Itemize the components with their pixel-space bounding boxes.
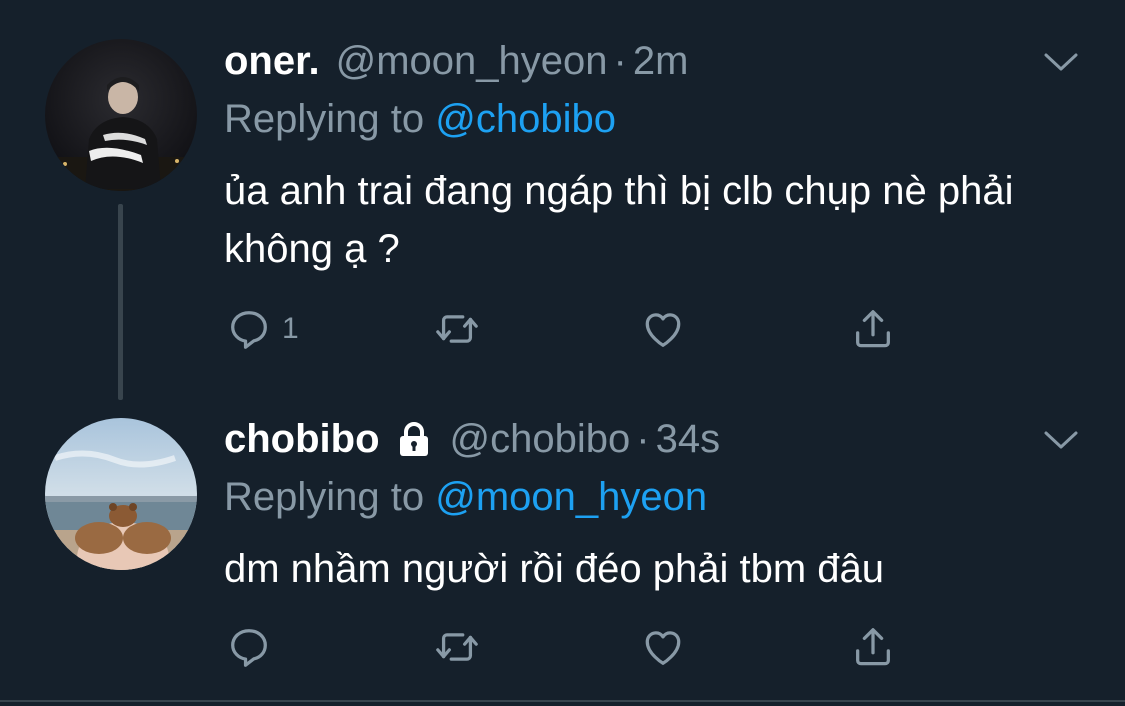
chevron-down-icon[interactable] bbox=[1043, 50, 1079, 74]
tweet-1[interactable]: oner. @moon_hyeon · 2m Replying to @chob… bbox=[0, 0, 1125, 400]
replying-to-line: Replying to @chobibo bbox=[224, 94, 616, 144]
retweet-button[interactable] bbox=[434, 304, 480, 354]
like-button[interactable] bbox=[640, 622, 686, 672]
avatar-image bbox=[45, 39, 197, 191]
share-icon bbox=[856, 628, 890, 666]
retweet-icon bbox=[436, 315, 478, 343]
avatar-chobibo[interactable] bbox=[45, 418, 197, 570]
display-name[interactable]: chobibo bbox=[224, 414, 380, 464]
tweet-header: oner. @moon_hyeon · 2m bbox=[224, 36, 688, 86]
replying-to-mention[interactable]: @chobibo bbox=[435, 97, 616, 141]
tweet-thread-screen: oner. @moon_hyeon · 2m Replying to @chob… bbox=[0, 0, 1125, 706]
reply-icon bbox=[231, 311, 267, 349]
like-button[interactable] bbox=[640, 304, 686, 354]
separator-dot: · bbox=[613, 39, 627, 83]
tweet-header: chobibo @chobibo · 34s bbox=[224, 414, 720, 464]
user-handle[interactable]: @chobibo bbox=[450, 414, 631, 464]
tweet-divider bbox=[0, 700, 1125, 702]
user-handle[interactable]: @moon_hyeon bbox=[336, 36, 608, 86]
share-icon bbox=[856, 310, 890, 348]
replying-to-prefix: Replying to bbox=[224, 475, 425, 519]
lock-icon bbox=[399, 422, 428, 456]
tweet-2[interactable]: chobibo @chobibo · 34s Replying to @moon… bbox=[0, 400, 1125, 700]
replying-to-mention[interactable]: @moon_hyeon bbox=[435, 475, 707, 519]
reply-icon bbox=[231, 629, 267, 667]
tweet-actions bbox=[226, 622, 906, 672]
retweet-icon bbox=[436, 633, 478, 661]
chevron-down-icon[interactable] bbox=[1043, 428, 1079, 452]
separator-dot: · bbox=[636, 417, 650, 461]
heart-icon bbox=[645, 631, 681, 665]
timestamp[interactable]: 2m bbox=[633, 36, 689, 86]
retweet-button[interactable] bbox=[434, 622, 480, 672]
reply-button[interactable]: 1 bbox=[226, 304, 299, 354]
reply-button[interactable] bbox=[226, 622, 282, 672]
display-name[interactable]: oner. bbox=[224, 36, 320, 86]
tweet-text: dm nhầm người rồi đéo phải tbm đâu bbox=[224, 547, 885, 591]
avatar-oner[interactable] bbox=[45, 39, 197, 191]
tweet-actions: 1 bbox=[226, 304, 906, 354]
timestamp[interactable]: 34s bbox=[656, 414, 721, 464]
tweet-text: ủa anh trai đang ngáp thì bị clb chụp nè… bbox=[224, 169, 1014, 271]
thread-connector-line bbox=[118, 204, 123, 400]
replying-to-line: Replying to @moon_hyeon bbox=[224, 472, 707, 522]
replying-to-prefix: Replying to bbox=[224, 97, 425, 141]
heart-icon bbox=[645, 313, 681, 347]
avatar-image bbox=[45, 418, 197, 570]
share-button[interactable] bbox=[850, 304, 896, 354]
reply-count: 1 bbox=[282, 312, 299, 345]
share-button[interactable] bbox=[850, 622, 896, 672]
